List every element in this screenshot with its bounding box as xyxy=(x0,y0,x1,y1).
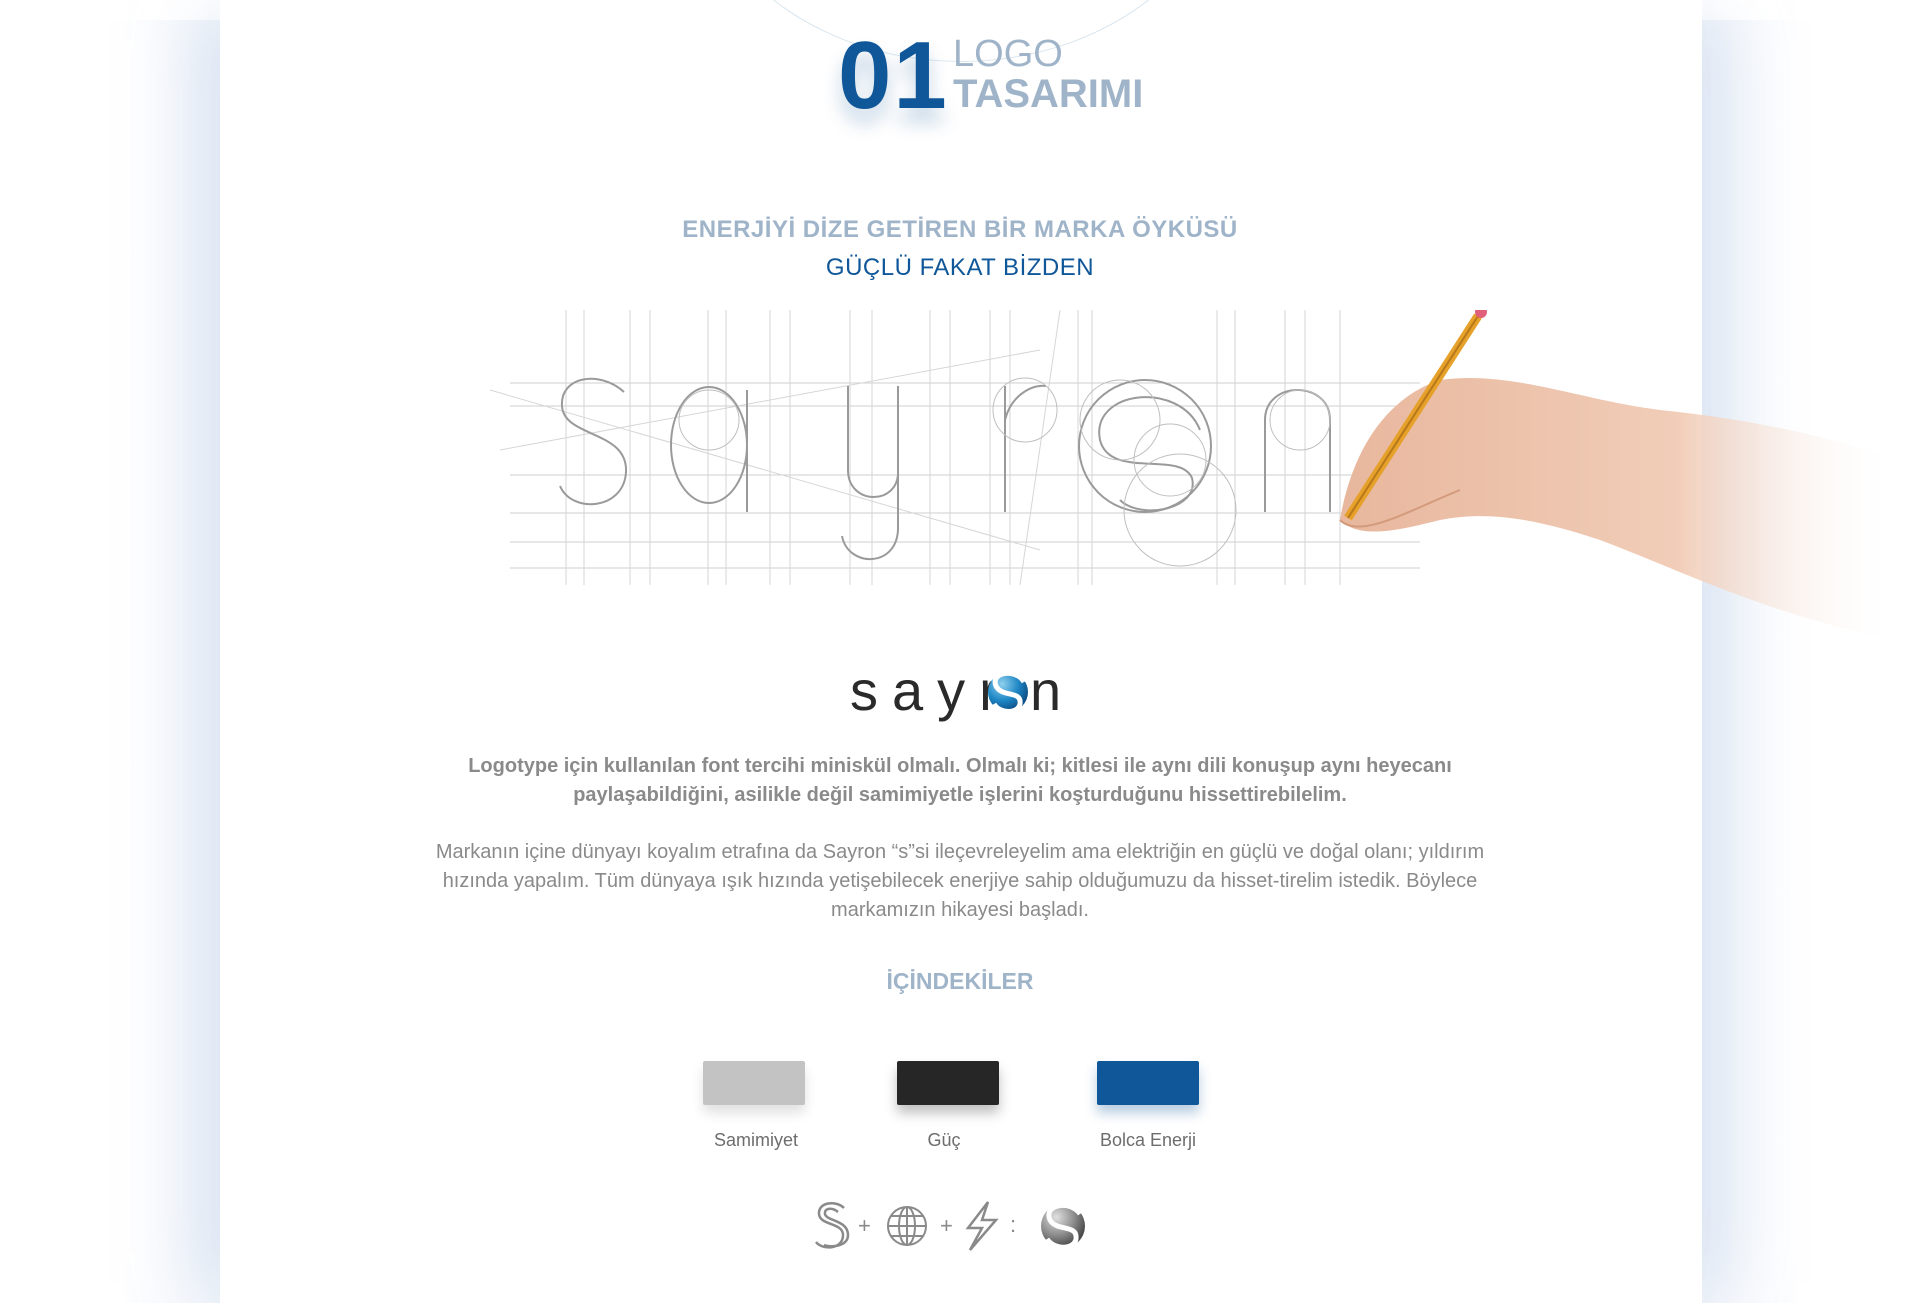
brand-logo-prefix: sayr xyxy=(850,659,1012,722)
letter-s-icon xyxy=(815,1201,850,1249)
swatch-bolca-enerji xyxy=(1097,1061,1199,1105)
tagline-primary: ENERJİYİ DİZE GETİREN BİR MARKA ÖYKÜSÜ xyxy=(682,216,1238,243)
logo-formula: + + : xyxy=(815,1201,1085,1251)
equals-icon: : xyxy=(1010,1212,1016,1237)
lightning-icon xyxy=(965,1201,999,1251)
plus-icon: + xyxy=(940,1213,953,1238)
logo-sketch-illustration xyxy=(489,310,1900,640)
contents-title: İÇİNDEKİLER xyxy=(886,968,1034,994)
plus-icon: + xyxy=(858,1213,871,1238)
description-regular: Markanın içine dünyayı koyalım etrafına … xyxy=(435,841,1485,921)
swatch-label-samimiyet: Samimiyet xyxy=(713,1130,798,1150)
globe-icon xyxy=(887,1206,927,1246)
swatch-guc xyxy=(897,1061,999,1105)
swatch-label-bolca-enerji: Bolca Enerji xyxy=(1099,1130,1197,1150)
section-number: 01 xyxy=(838,22,949,129)
hand-with-pencil-icon xyxy=(1339,310,1900,640)
brand-logo: sayr n xyxy=(0,650,1920,750)
tagline-secondary: GÜÇLÜ FAKAT BİZDEN xyxy=(825,254,1095,281)
sayron-globe-s-icon xyxy=(988,670,1028,714)
swatch-samimiyet xyxy=(703,1061,805,1105)
description-bold: Logotype için kullanılan font tercihi mi… xyxy=(468,755,1452,806)
swatch-label-guc: Güç xyxy=(927,1130,961,1150)
brand-logo-suffix: n xyxy=(1030,659,1075,722)
section-title-line1: LOGO xyxy=(953,33,1063,75)
sayron-globe-s-icon xyxy=(1041,1203,1085,1250)
section-title-line2: TASARIMI xyxy=(953,72,1144,116)
